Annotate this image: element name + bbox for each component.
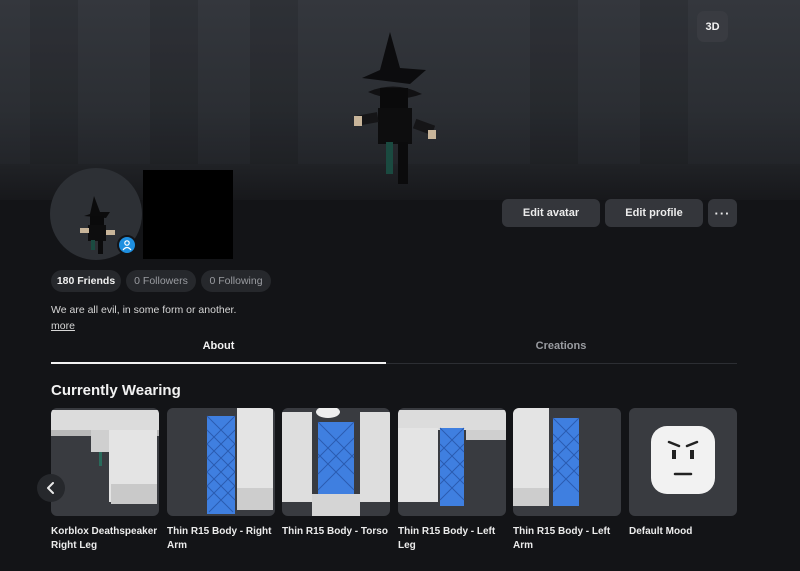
- left-leg-icon: [398, 408, 506, 516]
- edit-profile-button[interactable]: Edit profile: [605, 199, 703, 227]
- following-count-pill[interactable]: 0 Following: [201, 270, 271, 292]
- profile-bio: We are all evil, in some form or another…: [51, 304, 237, 316]
- face-icon: [629, 408, 737, 516]
- item-name: Default Mood: [629, 526, 693, 537]
- wearing-item-card[interactable]: Thin R15 Body - Left Arm: [513, 408, 621, 552]
- left-arm-icon: [513, 408, 621, 516]
- right-arm-icon: [167, 408, 275, 516]
- currently-wearing-title: Currently Wearing: [51, 382, 181, 399]
- more-options-button[interactable]: ···: [708, 199, 737, 227]
- bio-more-link[interactable]: more: [51, 320, 75, 332]
- edit-avatar-button[interactable]: Edit avatar: [502, 199, 600, 227]
- active-tab-indicator: [51, 362, 386, 364]
- chevron-left-icon: [47, 482, 54, 494]
- wearing-item-card[interactable]: Thin R15 Body - Left Leg: [398, 408, 506, 552]
- item-name: Thin R15 Body - Left Leg: [398, 526, 496, 551]
- item-name: Thin R15 Body - Right Arm: [167, 526, 272, 551]
- wearing-item-card[interactable]: Thin R15 Body - Right Arm: [167, 408, 275, 552]
- carousel-previous-button[interactable]: [37, 474, 65, 502]
- verified-user-badge-icon: [117, 235, 137, 255]
- item-name: Thin R15 Body - Left Arm: [513, 526, 611, 551]
- tab-about[interactable]: About: [51, 340, 386, 352]
- followers-count-pill[interactable]: 0 Followers: [126, 270, 196, 292]
- torso-icon: [282, 408, 390, 516]
- item-name: Korblox Deathspeaker Right Leg: [51, 526, 158, 551]
- friends-count-pill[interactable]: 180 Friends: [51, 270, 121, 292]
- tab-creations[interactable]: Creations: [386, 340, 736, 352]
- avatar-3d-model: [354, 32, 436, 184]
- item-name: Thin R15 Body - Torso: [282, 526, 388, 537]
- korblox-leg-icon: [51, 408, 159, 516]
- toggle-3d-button[interactable]: 3D: [697, 11, 728, 42]
- redacted-username-block: [143, 170, 233, 259]
- wearing-item-card[interactable]: Korblox Deathspeaker Right Leg: [51, 408, 159, 552]
- wearing-item-card[interactable]: Default Mood: [629, 408, 737, 539]
- wearing-item-card[interactable]: Thin R15 Body - Torso: [282, 408, 390, 539]
